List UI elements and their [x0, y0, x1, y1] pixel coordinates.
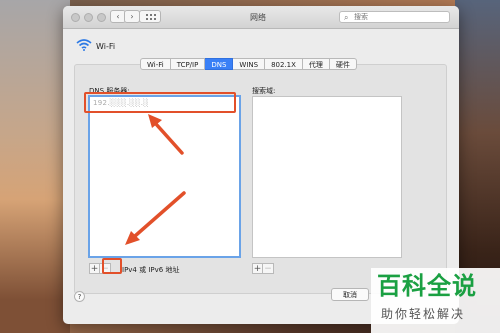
chevron-right-icon: ›: [130, 12, 134, 21]
desktop-wallpaper-left: [0, 0, 70, 333]
title-bar: ‹ › 网络 ⌕: [63, 6, 459, 29]
tab-dns[interactable]: DNS: [205, 58, 234, 70]
tab-wifi[interactable]: Wi-Fi: [140, 58, 171, 70]
add-search-domain-button[interactable]: +: [252, 263, 263, 274]
show-all-button[interactable]: [139, 10, 161, 23]
ip-format-hint: IPv4 或 IPv6 地址: [122, 266, 180, 274]
tab-8021x[interactable]: 802.1X: [265, 58, 303, 70]
remove-search-domain-button[interactable]: −: [263, 263, 274, 274]
remove-button-highlight-box: [102, 258, 122, 274]
wifi-icon: [76, 39, 92, 51]
help-button[interactable]: ?: [74, 291, 85, 302]
dns-servers-list[interactable]: 192.░░░.░░.░: [88, 95, 241, 258]
add-dns-server-button[interactable]: +: [89, 263, 100, 274]
minimize-window-button[interactable]: [84, 13, 93, 22]
dns-entry-highlight-box: [84, 92, 236, 113]
search-domains-list[interactable]: [252, 96, 402, 258]
tab-tcpip[interactable]: TCP/IP: [170, 58, 206, 70]
watermark-subtitle: 助你轻松解决: [381, 307, 466, 321]
tab-hardware[interactable]: 硬件: [329, 58, 357, 70]
domain-add-remove-group: + −: [252, 263, 274, 274]
search-field[interactable]: ⌕: [339, 11, 450, 23]
zoom-window-button[interactable]: [97, 13, 106, 22]
interface-name: Wi-Fi: [96, 42, 116, 51]
tab-bar: Wi-Fi TCP/IP DNS WINS 802.1X 代理 硬件: [140, 58, 357, 70]
search-input[interactable]: [354, 12, 446, 22]
tab-proxy[interactable]: 代理: [302, 58, 330, 70]
chevron-left-icon: ‹: [116, 12, 120, 21]
forward-button[interactable]: ›: [124, 10, 140, 23]
tab-wins[interactable]: WINS: [233, 58, 266, 70]
watermark: 百科全说 助你轻松解决: [371, 268, 500, 333]
cancel-button[interactable]: 取消: [331, 288, 369, 301]
watermark-title: 百科全说: [377, 272, 477, 300]
close-window-button[interactable]: [71, 13, 80, 22]
window-title: 网络: [250, 13, 266, 22]
search-icon: ⌕: [344, 13, 349, 22]
search-domains-label: 搜索域:: [252, 87, 276, 95]
